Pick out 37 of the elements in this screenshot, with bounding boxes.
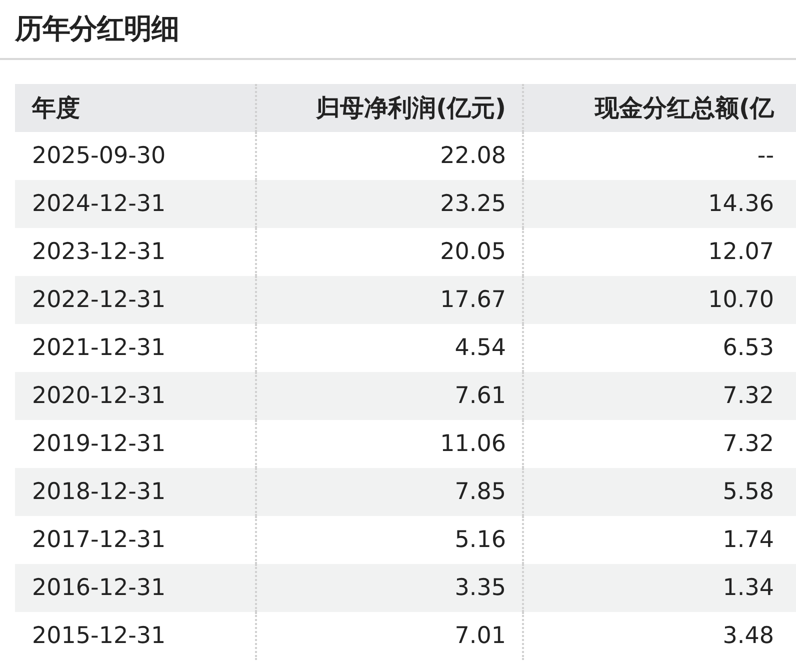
table-cell-text: 7.01 (454, 622, 506, 651)
table-cell-text: 3.35 (454, 574, 506, 603)
table-cell-text: 2016-12-31 (32, 574, 166, 603)
table-cell-text: 2023-12-31 (32, 238, 166, 267)
column-header: 年度 (32, 93, 80, 124)
table-cell-text: 1.34 (722, 574, 774, 603)
table-cell-text: 2021-12-31 (32, 334, 166, 363)
table-cell-text: 7.61 (454, 382, 506, 411)
table-cell-text: 2022-12-31 (32, 286, 166, 315)
table-cell-text: 7.32 (722, 382, 774, 411)
table-cell-text: 2019-12-31 (32, 430, 166, 459)
table-cell-text: 22.08 (440, 142, 506, 171)
table-cell-text: 2017-12-31 (32, 526, 166, 555)
table-cell-text: 6.53 (722, 334, 774, 363)
column-header: 归母净利润(亿元) (316, 93, 506, 124)
table-cell-text: 2018-12-31 (32, 478, 166, 507)
table-cell-text: 12.07 (708, 238, 774, 267)
table-cell-text: 2015-12-31 (32, 622, 166, 651)
table-cell-text: 10.70 (708, 286, 774, 315)
table-cell-text: 5.16 (454, 526, 506, 555)
table-cell-text: 1.74 (722, 526, 774, 555)
table-cell-text: 4.54 (454, 334, 506, 363)
table-cell-text: 14.36 (708, 190, 774, 219)
table-cell-text: 2024-12-31 (32, 190, 166, 219)
table-cell-text: 11.06 (440, 430, 506, 459)
table-cell-text: 20.05 (440, 238, 506, 267)
section-title: 历年分红明细 (15, 11, 179, 47)
table-cell-text: 3.48 (722, 622, 774, 651)
table-cell-text: 5.58 (722, 478, 774, 507)
table-cell-text: 2025-09-30 (32, 142, 166, 171)
table-cell-text: 23.25 (440, 190, 506, 219)
table-cell-text: -- (757, 142, 774, 171)
table-cell-text: 2020-12-31 (32, 382, 166, 411)
table-cell-text: 17.67 (440, 286, 506, 315)
table-cell-text: 7.85 (454, 478, 506, 507)
column-header: 现金分红总额(亿 (595, 93, 774, 124)
table-cell-text: 7.32 (722, 430, 774, 459)
